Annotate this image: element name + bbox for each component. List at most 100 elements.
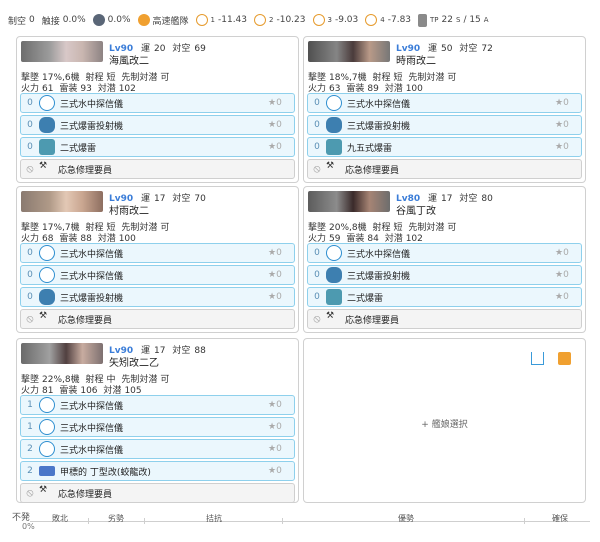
slot-count: 0	[27, 98, 33, 108]
reinforcement-slot[interactable]: ⦸ ⚒ 応急修理要員	[307, 309, 582, 329]
ship-banner-image[interactable]	[21, 191, 103, 212]
equipment-slot[interactable]: 0 三式爆雷投射機 ★0	[307, 115, 582, 135]
improvement-level[interactable]: ★0	[555, 98, 581, 108]
improvement-level[interactable]: ★0	[268, 466, 294, 476]
equipment-name: 二式爆雷	[60, 143, 97, 154]
equipment-slot[interactable]: 0 三式水中探信儀 ★0	[20, 243, 295, 263]
repair-tool-icon: ⚒	[39, 485, 48, 495]
los-icon	[254, 14, 267, 26]
repair-tool-icon: ⚒	[326, 161, 335, 171]
equipment-name: 三式爆雷投射機	[347, 121, 411, 132]
depth-charge-icon	[326, 289, 342, 305]
ship-aa: 69	[194, 44, 206, 54]
improvement-level[interactable]: ★0	[555, 248, 581, 258]
los-icon	[365, 14, 378, 26]
projector-icon	[326, 267, 342, 283]
equipment-slot[interactable]: 0 九五式爆雷 ★0	[307, 137, 582, 157]
equipment-slot[interactable]: 1 三式水中探信儀 ★0	[20, 417, 295, 437]
improvement-level[interactable]: ★0	[268, 270, 294, 280]
equipment-slot[interactable]: 0 三式水中探信儀 ★0	[20, 93, 295, 113]
reinforcement-slot[interactable]: ⦸ ⚒ 応急修理要員	[20, 483, 295, 503]
range-superiority: 優勢	[398, 514, 414, 523]
slot-count: 2	[27, 444, 33, 454]
reinforcement-slot[interactable]: ⦸ ⚒ 応急修理要員	[20, 159, 295, 179]
equipment-name: 三式爆雷投射機	[60, 293, 124, 304]
slot-count: 0	[314, 98, 320, 108]
shield-rate: 0.0%	[92, 14, 131, 26]
ship-card[interactable]: Lv90 運 17 対空 70 村雨改二 撃墜 17%,7機 射程短 先制対潜可 火力…	[16, 186, 299, 333]
ship-name[interactable]: 時雨改二	[396, 52, 436, 67]
sonar-icon	[39, 267, 55, 283]
no-entry-icon: ⦸	[26, 312, 34, 325]
equipment-slot[interactable]: 2 三式水中探信儀 ★0	[20, 439, 295, 459]
improvement-level[interactable]: ★0	[555, 270, 581, 280]
ship-card[interactable]: Lv90 運 20 対空 69 海風改二 撃墜 17%,6機 射程短 先制対潜可 火力…	[16, 36, 299, 183]
equipment-name: 三式水中探信儀	[60, 401, 124, 412]
equipment-slot[interactable]: 0 二式爆雷 ★0	[307, 287, 582, 307]
improvement-level[interactable]: ★0	[268, 422, 294, 432]
range-denial: 劣勢	[108, 514, 124, 523]
improvement-level[interactable]: ★0	[268, 98, 294, 108]
equipment-slot[interactable]: 0 三式水中探信儀 ★0	[307, 93, 582, 113]
ship-luck: 20	[154, 44, 166, 54]
slot-count: 0	[27, 120, 33, 130]
projector-icon	[39, 289, 55, 305]
equipment-name: 三式水中探信儀	[60, 271, 124, 282]
select-ship-button[interactable]: + 艦娘選択	[304, 417, 585, 430]
empty-ship-slot[interactable]: + 艦娘選択	[303, 338, 586, 503]
equipment-slot[interactable]: 0 三式水中探信儀 ★0	[307, 243, 582, 263]
depth-charge-icon	[326, 139, 342, 155]
shield-icon	[92, 14, 105, 26]
equipment-slot[interactable]: 2 甲標的 丁型改(蛟龍改) ★0	[20, 461, 295, 481]
air-control: 制空 0	[8, 15, 35, 27]
equipment-slot[interactable]: 1 三式水中探信儀 ★0	[20, 395, 295, 415]
improvement-level[interactable]: ★0	[555, 142, 581, 152]
equipment-name: 三式水中探信儀	[347, 99, 411, 110]
improvement-level[interactable]: ★0	[268, 120, 294, 130]
ship-aa: 80	[481, 194, 493, 204]
slot-count: 0	[314, 270, 320, 280]
sonar-icon	[39, 95, 55, 111]
improvement-level[interactable]: ★0	[268, 292, 294, 302]
ship-header: Lv90 運 20 対空 69 海風改二	[17, 37, 298, 67]
slot-count: 0	[314, 248, 320, 258]
equipment-slot[interactable]: 0 三式爆雷投射機 ★0	[20, 115, 295, 135]
equipment-slot[interactable]: 0 二式爆雷 ★0	[20, 137, 295, 157]
paste-icon[interactable]	[558, 352, 571, 365]
ship-name[interactable]: 矢矧改二乙	[109, 354, 159, 369]
ship-banner-image[interactable]	[21, 343, 103, 364]
speed-indicator: 高速艦隊	[137, 14, 189, 27]
equipment-slot[interactable]: 0 三式水中探信儀 ★0	[20, 265, 295, 285]
improvement-level[interactable]: ★0	[268, 400, 294, 410]
improvement-level[interactable]: ★0	[268, 142, 294, 152]
no-entry-icon: ⦸	[26, 162, 34, 175]
ship-card[interactable]: Lv80 運 17 対空 80 谷風丁改 撃墜 20%,8機 射程短 先制対潜可 火力…	[303, 186, 586, 333]
slot-count: 0	[314, 292, 320, 302]
download-icon[interactable]	[531, 352, 544, 365]
ship-card[interactable]: Lv90 運 17 対空 88 矢矧改二乙 撃墜 22%,8機 射程中 先制対潜可 火…	[16, 338, 299, 503]
slot-count: 1	[27, 400, 33, 410]
improvement-level[interactable]: ★0	[268, 248, 294, 258]
improvement-level[interactable]: ★0	[268, 444, 294, 454]
ship-name[interactable]: 村雨改二	[109, 202, 149, 217]
ship-name[interactable]: 谷風丁改	[396, 202, 436, 217]
ship-banner-image[interactable]	[308, 191, 390, 212]
ship-card[interactable]: Lv90 運 50 対空 72 時雨改二 撃墜 18%,7機 射程短 先制対潜可 火力…	[303, 36, 586, 183]
equipment-name: 三式水中探信儀	[60, 99, 124, 110]
ship-aa: 70	[194, 194, 206, 204]
improvement-level[interactable]: ★0	[555, 120, 581, 130]
equipment-slot[interactable]: 0 三式爆雷投射機 ★0	[307, 265, 582, 285]
sonar-icon	[39, 397, 55, 413]
ship-banner-image[interactable]	[21, 41, 103, 62]
slot-count: 2	[27, 466, 33, 476]
reinforcement-slot[interactable]: ⦸ ⚒ 応急修理要員	[20, 309, 295, 329]
reinforcement-slot[interactable]: ⦸ ⚒ 応急修理要員	[307, 159, 582, 179]
transport-points: TP 22 S / 15 A	[418, 13, 489, 27]
improvement-level[interactable]: ★0	[555, 292, 581, 302]
equipment-name: 応急修理要員	[345, 315, 400, 326]
no-entry-icon: ⦸	[26, 486, 34, 499]
slot-count: 0	[314, 142, 320, 152]
ship-banner-image[interactable]	[308, 41, 390, 62]
ship-name[interactable]: 海風改二	[109, 52, 149, 67]
equipment-slot[interactable]: 0 三式爆雷投射機 ★0	[20, 287, 295, 307]
